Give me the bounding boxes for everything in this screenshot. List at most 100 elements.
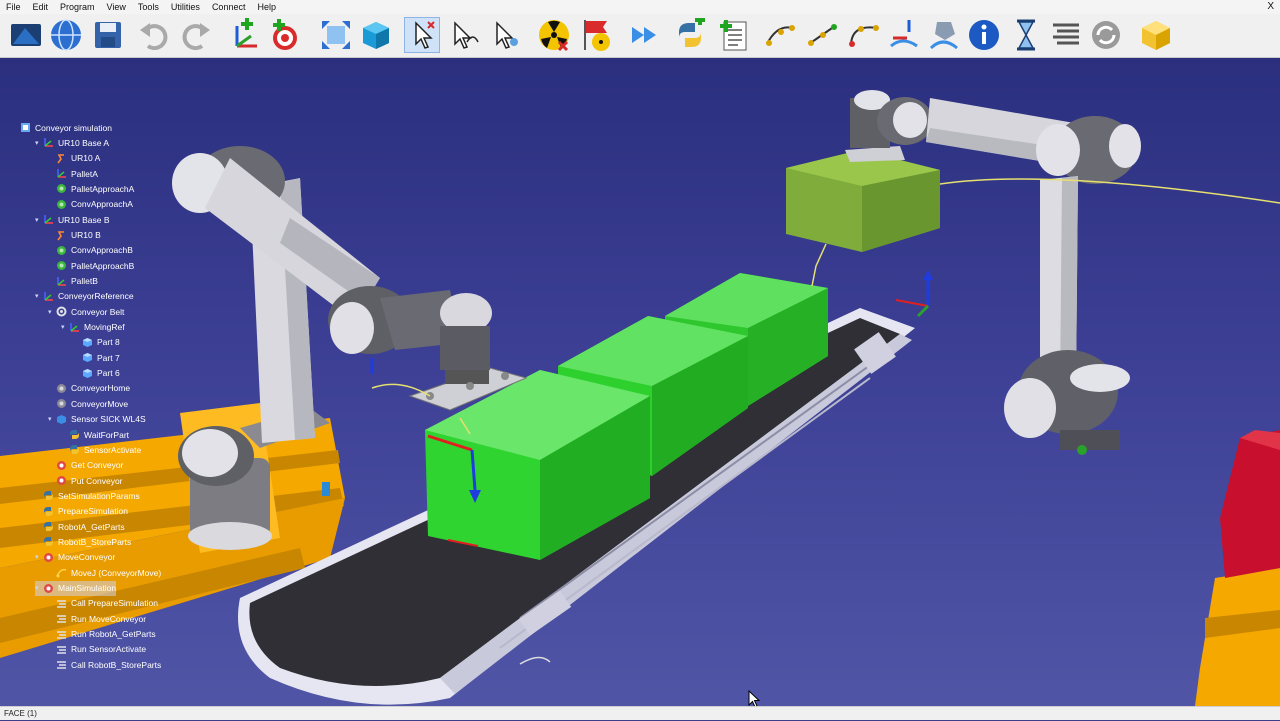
expand-toggle-icon[interactable]: ▾: [48, 415, 56, 423]
stop-collisions-icon[interactable]: [578, 17, 614, 53]
close-window-button[interactable]: X: [1267, 0, 1274, 14]
select-curve-icon[interactable]: [446, 17, 482, 53]
tree-item-label: Call PrepareSimulation: [71, 598, 158, 609]
instruction-icon: [56, 629, 67, 640]
tree-item-part-7[interactable]: Part 7: [74, 350, 120, 365]
expand-toggle-icon[interactable]: ▾: [48, 308, 56, 316]
expand-toggle-icon[interactable]: ▾: [35, 553, 43, 561]
tree-item-preparesimulation[interactable]: PrepareSimulation: [35, 504, 128, 519]
redo-icon[interactable]: [178, 17, 214, 53]
expand-toggle-icon[interactable]: ▾: [35, 584, 43, 592]
tree-item-robota-getparts[interactable]: RobotA_GetParts: [35, 519, 125, 534]
tree-item-robotb-storeparts[interactable]: RobotB_StoreParts: [35, 534, 131, 549]
follow-curve-icon[interactable]: [886, 17, 922, 53]
tree-item-label: UR10 A: [71, 153, 101, 164]
info-icon[interactable]: [966, 17, 1002, 53]
check-collisions-icon[interactable]: [536, 17, 572, 53]
undo-icon[interactable]: [136, 17, 172, 53]
tree-item-moveconveyor[interactable]: ▾ MoveConveyor: [35, 550, 115, 565]
python-icon: [69, 429, 80, 440]
generate-program-icon[interactable]: [1138, 17, 1174, 53]
tree-item-put-conveyor[interactable]: Put Conveyor: [48, 473, 123, 488]
tree-item-mainsimulation[interactable]: ▾ MainSimulation: [35, 580, 117, 596]
tree-item-conveyorreference[interactable]: ▾ ConveyorReference: [35, 289, 134, 304]
menu-program[interactable]: Program: [54, 0, 101, 14]
tree-item-palletapproacha[interactable]: PalletApproachA: [48, 181, 134, 196]
tree-item-movej-conveyormove[interactable]: MoveJ (ConveyorMove): [48, 565, 161, 580]
tree-item-setsimulationparams[interactable]: SetSimulationParams: [35, 488, 140, 503]
tree-item-call-preparesimulation[interactable]: Call PrepareSimulation: [48, 596, 158, 611]
3d-viewport[interactable]: Conveyor simulation ▾ UR10 Base A UR10 A Pal…: [0, 58, 1280, 706]
tree-item-sensor-sick-wl4s[interactable]: ▾ Sensor SICK WL4S: [48, 412, 146, 427]
tree-item-sensoractivate[interactable]: SensorActivate: [61, 442, 141, 457]
tree-item-palleta[interactable]: PalletA: [48, 166, 98, 181]
tree-item-palletb[interactable]: PalletB: [48, 274, 98, 289]
menu-connect[interactable]: Connect: [206, 0, 252, 14]
tree-item-run-robota-getparts[interactable]: Run RobotA_GetParts: [48, 627, 156, 642]
menu-edit[interactable]: Edit: [27, 0, 55, 14]
tree-item-label: RobotB_StoreParts: [58, 536, 132, 547]
tree-root[interactable]: Conveyor simulation: [20, 120, 112, 135]
tree-item-movingref[interactable]: ▾ MovingRef: [61, 320, 125, 335]
menu-view[interactable]: View: [101, 0, 132, 14]
tree-item-label: MoveConveyor: [58, 552, 116, 563]
robot-ur10-b[interactable]: [850, 90, 1141, 455]
pallet-b[interactable]: [1195, 430, 1280, 706]
tree-item-conveyormove[interactable]: ConveyorMove: [48, 396, 128, 411]
status-text: FACE (1): [4, 709, 37, 718]
tree-item-conveyorhome[interactable]: ConveyorHome: [48, 381, 130, 396]
pause-icon[interactable]: [1008, 17, 1044, 53]
fit-all-icon[interactable]: [318, 17, 354, 53]
add-target-icon[interactable]: [266, 17, 302, 53]
select-tool-icon[interactable]: [404, 17, 440, 53]
expand-toggle-icon[interactable]: ▾: [35, 139, 43, 147]
target-joint-icon: [56, 398, 67, 409]
instruction-list-icon[interactable]: [1048, 17, 1084, 53]
fast-simulation-icon[interactable]: [626, 17, 662, 53]
tree-item-palletapproachb[interactable]: PalletApproachB: [48, 258, 134, 273]
carried-part[interactable]: [786, 146, 940, 252]
update-program-icon[interactable]: [1088, 17, 1124, 53]
tree-item-get-conveyor[interactable]: Get Conveyor: [48, 458, 123, 473]
machining-project-icon[interactable]: [926, 17, 962, 53]
tree-item-run-moveconveyor[interactable]: Run MoveConveyor: [48, 611, 146, 626]
tree-item-ur10-base-a[interactable]: ▾ UR10 Base A: [35, 135, 109, 150]
menu-file[interactable]: File: [0, 0, 27, 14]
tree-item-conveyor-belt[interactable]: ▾ Conveyor Belt: [48, 304, 124, 319]
instruction-icon: [56, 644, 67, 655]
load-station-icon[interactable]: [8, 17, 44, 53]
add-python-program-icon[interactable]: [672, 17, 708, 53]
tree-item-ur10-base-b[interactable]: ▾ UR10 Base B: [35, 212, 110, 227]
save-icon[interactable]: [90, 17, 126, 53]
menu-utilities[interactable]: Utilities: [165, 0, 206, 14]
program-icon: [43, 552, 54, 563]
menu-tools[interactable]: Tools: [132, 0, 165, 14]
open-library-icon[interactable]: [48, 17, 84, 53]
move-linear-icon[interactable]: [804, 17, 840, 53]
expand-toggle-icon[interactable]: ▾: [35, 292, 43, 300]
sensor-sick-wl4s[interactable]: [322, 482, 330, 496]
target-icon: [56, 183, 67, 194]
tree-item-call-robotb-storeparts[interactable]: Call RobotB_StoreParts: [48, 657, 161, 672]
move-circular-icon[interactable]: [846, 17, 882, 53]
expand-toggle-icon[interactable]: ▾: [61, 323, 69, 331]
expand-toggle-icon[interactable]: ▾: [35, 216, 43, 224]
tree-item-waitforpart[interactable]: WaitForPart: [61, 427, 129, 442]
tree-item-ur10-b[interactable]: UR10 B: [48, 228, 101, 243]
python-icon: [69, 444, 80, 455]
tree-item-ur10-a[interactable]: UR10 A: [48, 151, 100, 166]
tree-item-convapproacha[interactable]: ConvApproachA: [48, 197, 133, 212]
tree-item-convapproachb[interactable]: ConvApproachB: [48, 243, 133, 258]
tree-item-part-6[interactable]: Part 6: [74, 366, 120, 381]
tree-item-run-sensoractivate[interactable]: Run SensorActivate: [48, 642, 146, 657]
tree-item-part-8[interactable]: Part 8: [74, 335, 120, 350]
menu-help[interactable]: Help: [251, 0, 282, 14]
move-joint-icon[interactable]: [762, 17, 798, 53]
add-program-icon[interactable]: [716, 17, 752, 53]
isometric-view-icon[interactable]: [358, 17, 394, 53]
select-point-icon[interactable]: [488, 17, 524, 53]
tree-item-label: MainSimulation: [58, 583, 117, 593]
add-reference-frame-icon[interactable]: [226, 17, 262, 53]
target-icon: [56, 260, 67, 271]
instruction-icon: [56, 613, 67, 624]
